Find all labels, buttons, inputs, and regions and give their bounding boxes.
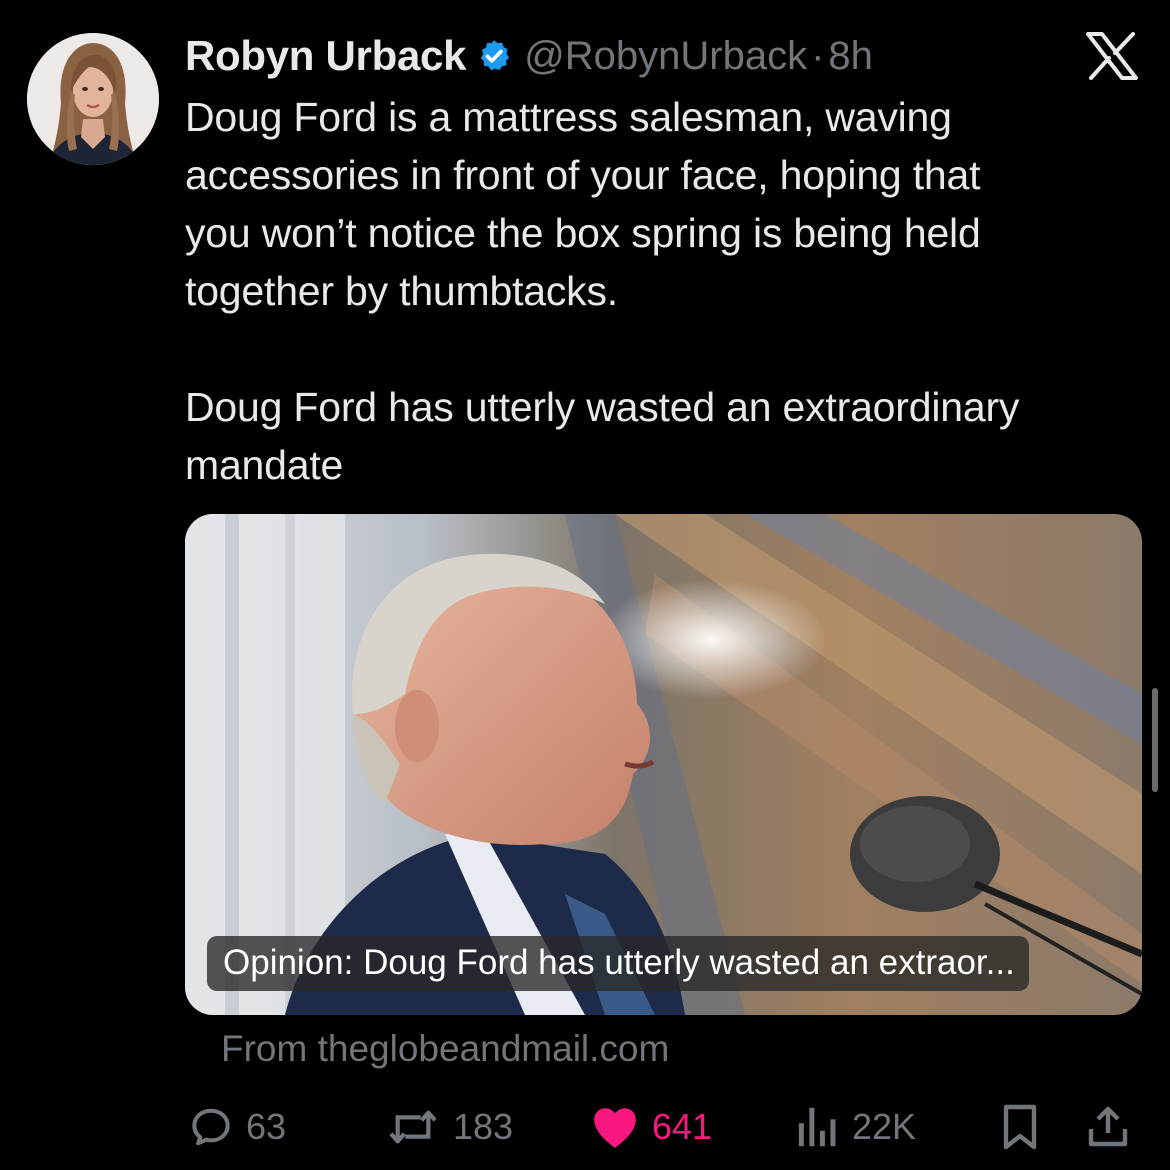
views-count: 22K bbox=[852, 1106, 917, 1147]
bookmark-icon bbox=[998, 1103, 1042, 1151]
separator-dot: · bbox=[811, 33, 825, 78]
tweet-timestamp[interactable]: 8h bbox=[828, 34, 873, 79]
share-icon bbox=[1084, 1103, 1132, 1151]
bookmark-button[interactable] bbox=[998, 1094, 1042, 1160]
like-icon bbox=[590, 1104, 640, 1150]
like-count: 641 bbox=[652, 1106, 713, 1147]
link-card[interactable]: Opinion: Doug Ford has utterly wasted an… bbox=[185, 514, 1142, 1015]
repost-button[interactable]: 183 bbox=[385, 1094, 513, 1160]
like-button[interactable]: 641 bbox=[590, 1094, 712, 1160]
tweet-text: Doug Ford is a mattress salesman, waving… bbox=[185, 94, 1020, 488]
reply-button[interactable]: 63 bbox=[188, 1094, 286, 1160]
reply-icon bbox=[188, 1104, 234, 1150]
views-button[interactable]: 22K bbox=[796, 1094, 916, 1160]
author-name[interactable]: Robyn Urback bbox=[185, 32, 466, 80]
views-icon bbox=[796, 1104, 840, 1150]
verified-badge-icon[interactable] bbox=[476, 38, 512, 74]
repost-count: 183 bbox=[453, 1106, 514, 1147]
reply-count: 63 bbox=[246, 1106, 287, 1147]
share-button[interactable] bbox=[1084, 1094, 1132, 1160]
link-card-title[interactable]: Opinion: Doug Ford has utterly wasted an… bbox=[207, 936, 1029, 991]
action-bar: 63 183 641 22K bbox=[0, 1094, 1170, 1160]
author-handle[interactable]: @RobynUrback bbox=[524, 34, 807, 79]
x-logo-icon bbox=[1085, 32, 1139, 80]
author-avatar[interactable] bbox=[27, 33, 159, 165]
scrollbar[interactable] bbox=[1152, 688, 1158, 792]
repost-icon bbox=[385, 1104, 441, 1150]
link-source[interactable]: From theglobeandmail.com bbox=[221, 1028, 669, 1070]
tweet-header: Robyn Urback @RobynUrback · 8h bbox=[185, 28, 873, 84]
